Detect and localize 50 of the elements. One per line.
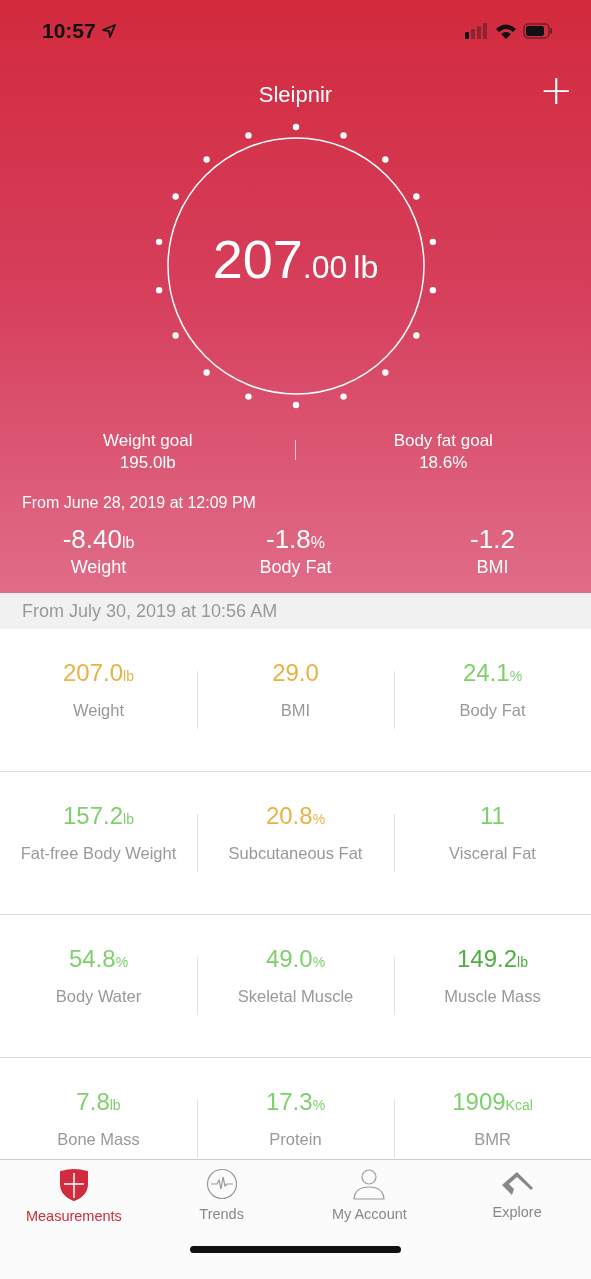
metric-value: 54.8% <box>68 945 129 973</box>
goal-value: 195.0lb <box>119 452 176 474</box>
change-value: -1.8% <box>265 524 325 555</box>
metric-value: 7.8lb <box>76 1088 121 1116</box>
metric-label: Skeletal Muscle <box>237 987 354 1006</box>
goal-label: Body fat goal <box>393 430 493 452</box>
goal-label: Weight goal <box>103 430 193 452</box>
measurement-date-bar: From July 30, 2019 at 10:56 AM <box>0 593 591 629</box>
metric-label: Muscle Mass <box>444 987 541 1006</box>
metric-value: 17.3% <box>265 1088 326 1116</box>
metric-label: Weight <box>72 701 125 720</box>
signal-icon <box>465 23 489 39</box>
change-value: -8.40lb <box>62 524 135 555</box>
location-icon <box>101 24 116 38</box>
tab-item[interactable]: My Account <box>295 1168 444 1224</box>
metric-label: BMI <box>280 701 311 720</box>
metric-value: 1909Kcal <box>452 1088 533 1116</box>
metric-value: 20.8% <box>265 802 326 830</box>
metric-label: Bone Mass <box>57 1130 140 1149</box>
status-time: 10:57 <box>42 19 96 43</box>
change-value: -1.2 <box>470 524 515 555</box>
metric-label: BMR <box>474 1130 511 1149</box>
wifi-icon <box>495 23 517 39</box>
metric-label: Body Water <box>55 987 142 1006</box>
change-label: BMI <box>476 557 509 578</box>
person-icon <box>352 1168 387 1200</box>
metric-label: Body Fat <box>459 701 526 720</box>
pulse-icon <box>205 1168 238 1200</box>
metric-value: 49.0% <box>265 945 326 973</box>
metric-value: 11 <box>480 802 505 830</box>
change-label: Weight <box>70 557 127 578</box>
add-button[interactable]: + <box>535 70 577 110</box>
tab-item[interactable]: Measurements <box>0 1168 148 1224</box>
tab-item[interactable]: Trends <box>147 1168 296 1224</box>
metric-label: Protein <box>269 1130 322 1149</box>
change-label: Body Fat <box>259 557 332 578</box>
metric-value: 157.2lb <box>63 802 134 830</box>
change-period: From June 28, 2019 at 12:09 PM <box>21 493 257 512</box>
metric-label: Subcutaneous Fat <box>228 844 363 863</box>
profile-name: Sleipnir <box>258 82 333 108</box>
metric-value: 29.0 <box>272 659 319 687</box>
metric-value: 24.1% <box>462 659 523 687</box>
metric-value: 207.0lb <box>63 659 134 687</box>
current-weight: 207.00 lb <box>211 228 380 290</box>
goal-value: 18.6% <box>419 452 468 474</box>
metric-value: 149.2lb <box>457 945 528 973</box>
metric-label: Visceral Fat <box>449 844 536 863</box>
battery-icon <box>523 23 553 39</box>
tab-item[interactable]: Explore <box>443 1168 591 1224</box>
metric-label: Fat-free Body Weight <box>20 844 177 863</box>
